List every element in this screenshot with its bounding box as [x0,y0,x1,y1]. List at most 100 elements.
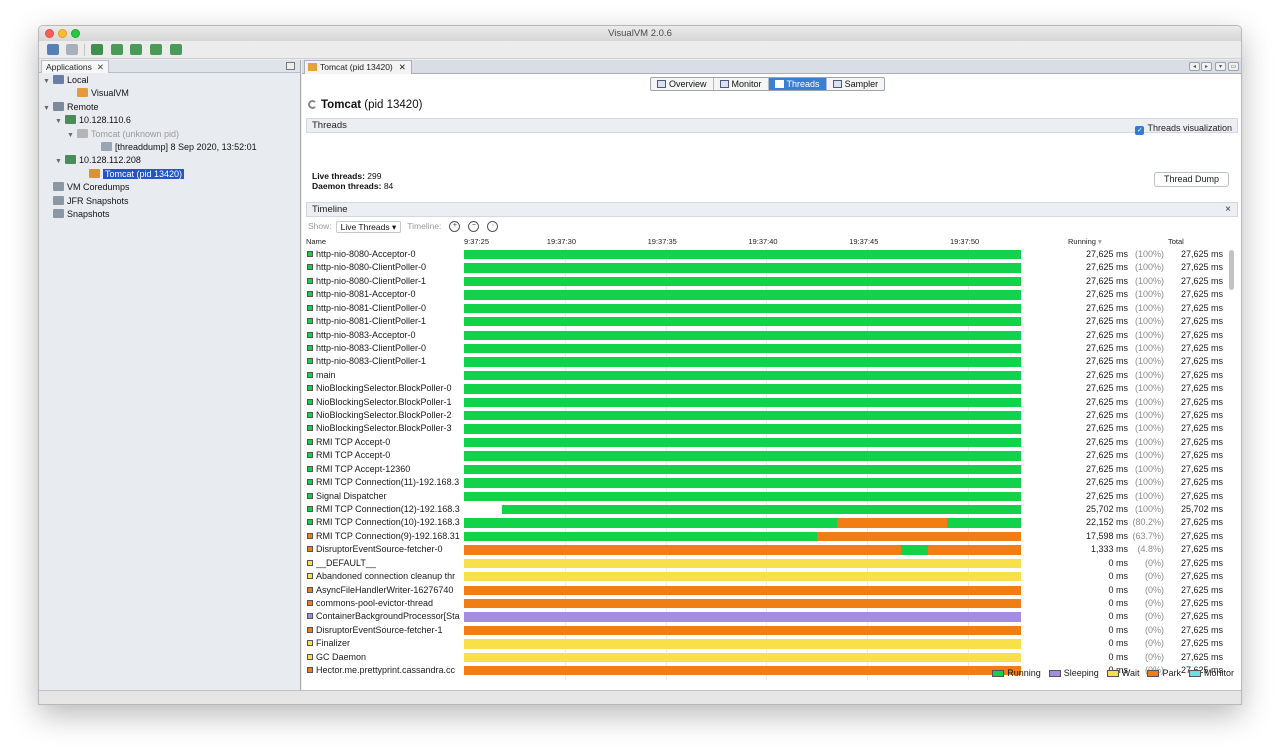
tree-item[interactable]: ▼ Local [43,74,89,87]
zoom-out-icon[interactable]: − [468,221,480,232]
expand-arrow-icon[interactable]: ▼ [67,129,77,142]
table-row[interactable]: http-nio-8081-ClientPoller-1 27,625 ms (10… [306,315,1226,328]
thread-name-cell: __DEFAULT__ [306,557,462,570]
table-row[interactable]: RMI TCP Connection(10)-192.168.3 22,152 m… [306,516,1226,529]
tree-item[interactable]: ▼ Tomcat (unknown pid) [67,128,179,141]
table-row[interactable]: RMI TCP Connection(11)-192.168.3 27,625 m… [306,476,1226,489]
show-dropdown[interactable]: Live Threads ▾ [335,220,402,233]
total-column-header[interactable]: Total [1168,236,1184,247]
total-time-cell: 27,625 ms [1180,316,1223,327]
running-time-value: 27,625 ms [1085,396,1128,407]
table-row[interactable]: Finalizer 0 ms (0%) 27,625 ms [306,637,1226,650]
table-row[interactable]: NioBlockingSelector.BlockPoller-3 27,625 … [306,422,1226,435]
thread-timeline-bar [464,276,1021,287]
table-row[interactable]: http-nio-8080-ClientPoller-0 27,625 ms (10… [306,261,1226,274]
maximize-window-button[interactable] [71,29,80,38]
running-column-header[interactable]: Running ▾ [1068,236,1102,247]
running-percent: (100%) [1134,477,1164,488]
thread-state-icon [307,505,313,512]
close-tab-icon[interactable]: ✕ [97,62,104,72]
table-row[interactable]: http-nio-8083-ClientPoller-1 27,625 ms (10… [306,355,1226,368]
running-percent: (100%) [1134,436,1164,447]
thread-name-cell: RMI TCP Accept-0 [306,436,462,449]
tree-item[interactable]: Tomcat (pid 13420) [79,168,185,181]
table-row[interactable]: AsyncFileHandlerWriter-16276740 0 ms (0%) 2… [306,584,1226,597]
minimize-window-button[interactable] [58,29,67,38]
tree-item[interactable]: JFR Snapshots [43,195,129,208]
tab-overview[interactable]: Overview [651,78,714,90]
tree-item[interactable]: Snapshots [43,208,110,221]
expand-arrow-icon[interactable]: ▼ [43,102,53,115]
minimize-panel-icon[interactable] [286,62,295,70]
load-snapshot-icon[interactable] [47,44,59,55]
table-row[interactable]: http-nio-8083-Acceptor-0 27,625 ms (100%) 2… [306,329,1226,342]
table-row[interactable]: http-nio-8080-ClientPoller-1 27,625 ms (10… [306,275,1226,288]
thread-dump-button[interactable]: Thread Dump [1153,172,1229,187]
scroll-right-icon[interactable]: ▸ [1201,62,1212,71]
table-row[interactable]: RMI TCP Accept-0 27,625 ms (100%) 27,625 ms [306,449,1226,462]
time-tick-label: 19:37:50 [950,237,980,246]
tab-list-icon[interactable]: ▾ [1215,62,1226,71]
table-row[interactable]: NioBlockingSelector.BlockPoller-1 27,625 … [306,396,1226,409]
compare-snapshots-icon[interactable] [170,44,182,55]
close-tab-icon[interactable]: ✕ [399,62,406,72]
table-row[interactable]: RMI TCP Accept-0 27,625 ms (100%) 27,625 ms [306,436,1226,449]
scroll-left-icon[interactable]: ◂ [1189,62,1200,71]
table-row[interactable]: RMI TCP Connection(9)-192.168.31 17,598 m… [306,530,1226,543]
thread-timeline-bar [464,478,1021,488]
table-row[interactable]: commons-pool-evictor-thread 0 ms (0%) 27,62… [306,597,1226,610]
total-time-cell: 27,625 ms [1180,262,1223,273]
tree-item[interactable]: VM Coredumps [43,181,130,194]
table-row[interactable]: Abandoned connection cleanup thr 0 ms (0%)… [306,570,1226,583]
table-row[interactable]: RMI TCP Connection(12)-192.168.3 25,702 m… [306,503,1226,516]
expand-arrow-icon[interactable]: ▼ [55,115,65,128]
table-row[interactable]: NioBlockingSelector.BlockPoller-2 27,625 … [306,409,1226,422]
table-row[interactable]: NioBlockingSelector.BlockPoller-0 27,625 … [306,382,1226,395]
add-snapshot-icon[interactable] [150,44,162,55]
tab-monitor[interactable]: Monitor [714,78,769,90]
tab-sampler[interactable]: Sampler [827,78,885,90]
table-row[interactable]: http-nio-8081-Acceptor-0 27,625 ms (100%) 2… [306,288,1226,301]
thread-name: http-nio-8083-ClientPoller-1 [316,356,427,367]
table-row[interactable]: RMI TCP Accept-12360 27,625 ms (100%) 27,62… [306,463,1226,476]
fit-zoom-icon[interactable]: · [487,221,499,232]
add-remote-host-icon[interactable] [111,44,123,55]
save-icon[interactable] [66,44,78,55]
threads-visualization-checkbox[interactable]: ✓ Threads visualization [1135,121,1232,135]
document-tab[interactable]: Tomcat (pid 13420) ✕ [304,60,412,74]
tree-item[interactable]: [threaddump] 8 Sep 2020, 13:52:01 [91,141,257,154]
table-row[interactable]: main 27,625 ms (100%) 27,625 ms [306,369,1226,382]
name-column-header[interactable]: Name [306,236,326,247]
table-row[interactable]: http-nio-8080-Acceptor-0 27,625 ms (100%) 2… [306,248,1226,261]
tree-item[interactable]: VisualVM [67,87,129,100]
vertical-scrollbar[interactable] [1229,250,1234,290]
tree-item[interactable]: ▼ 10.128.112.208 [55,154,141,167]
add-jmx-connection-icon[interactable] [91,44,103,55]
table-row[interactable]: http-nio-8083-ClientPoller-0 27,625 ms (10… [306,342,1226,355]
table-row[interactable]: DisruptorEventSource-fetcher-1 0 ms (0%) 27… [306,624,1226,637]
tree-item[interactable]: ▼ Remote [43,101,99,114]
table-row[interactable]: GC Daemon 0 ms (0%) 27,625 ms [306,651,1226,664]
thread-name-cell: GC Daemon [306,651,462,664]
table-row[interactable]: DisruptorEventSource-fetcher-0 1,333 ms (4… [306,543,1226,556]
applications-tab[interactable]: Applications ✕ [41,60,109,73]
close-timeline-icon[interactable]: × [1225,203,1231,217]
tree-item[interactable]: ▼ 10.128.110.6 [55,114,131,127]
tomcat-icon [89,168,100,178]
daemon-threads-value: 84 [383,181,394,191]
network-icon [53,101,64,111]
table-row[interactable]: ContainerBackgroundProcessor[Sta 0 ms (0%)… [306,610,1226,623]
table-row[interactable]: Signal Dispatcher 27,625 ms (100%) 27,625 m… [306,490,1226,503]
table-row[interactable]: __DEFAULT__ 0 ms (0%) 27,625 ms [306,557,1226,570]
maximize-tab-icon[interactable]: ▭ [1228,62,1239,71]
expand-arrow-icon[interactable]: ▼ [43,75,53,88]
add-vm-coredump-icon[interactable] [130,44,142,55]
zoom-in-icon[interactable]: + [449,221,461,232]
close-window-button[interactable] [45,29,54,38]
tab-threads[interactable]: Threads [768,78,827,90]
expand-arrow-icon[interactable]: ▼ [55,155,65,168]
threads-visualization-label: Threads visualization [1147,123,1232,133]
table-row[interactable]: http-nio-8081-ClientPoller-0 27,625 ms (10… [306,302,1226,315]
running-time-value: 0 ms [1108,611,1128,622]
thread-timeline-bar [464,545,1021,555]
